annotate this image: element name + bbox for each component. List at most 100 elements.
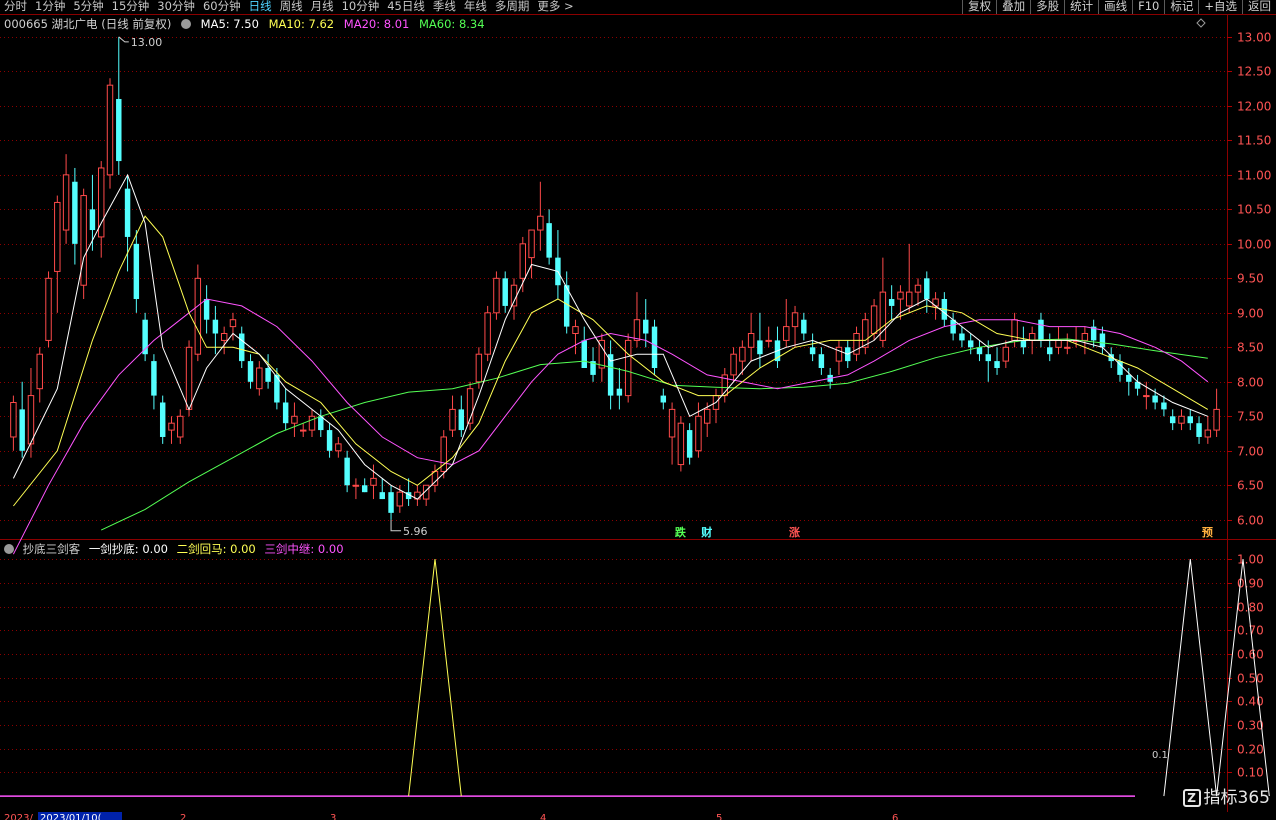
candle-body-64 xyxy=(572,326,579,335)
candle-77 xyxy=(686,423,693,465)
candle-66 xyxy=(590,347,596,382)
main-tick-label-14: 13.00 xyxy=(1237,31,1271,45)
candle-body-44 xyxy=(396,491,404,507)
candle-70 xyxy=(624,333,632,403)
candle-36 xyxy=(326,423,333,458)
date-label-5: 5 xyxy=(716,813,722,820)
signal-1: 财 xyxy=(700,525,712,539)
main-tick-label-4: 8.00 xyxy=(1237,376,1264,390)
candle-80 xyxy=(712,388,720,424)
signal-0: 跌 xyxy=(675,525,687,539)
candle-body-40 xyxy=(361,485,368,493)
candle-64 xyxy=(572,319,579,355)
candle-body-86 xyxy=(765,339,772,342)
candle-123 xyxy=(1090,319,1097,348)
candle-body-108 xyxy=(959,333,965,341)
candle-body-27 xyxy=(247,361,254,382)
candle-body-31 xyxy=(282,402,289,424)
candle-76 xyxy=(677,416,685,472)
signal-2: 涨 xyxy=(789,525,800,539)
candle-body-102 xyxy=(905,291,913,307)
date-label-1: 2023/01/10( xyxy=(40,813,102,820)
candle-32 xyxy=(291,402,298,437)
candle-97 xyxy=(862,312,869,355)
date-label-2: 2 xyxy=(180,813,186,820)
candle-body-39 xyxy=(352,484,360,487)
candle-body-20 xyxy=(185,346,193,410)
watermark-text: 指标365 xyxy=(1203,788,1270,808)
candle-body-16 xyxy=(151,361,157,396)
main-tick-label-7: 9.50 xyxy=(1237,272,1264,286)
candle-29 xyxy=(265,354,271,389)
candle-96 xyxy=(853,326,860,362)
candle-8 xyxy=(80,188,87,300)
candle-body-97 xyxy=(862,319,869,348)
candle-body-75 xyxy=(668,408,676,438)
candle-5 xyxy=(54,195,61,313)
candle-body-116 xyxy=(1028,333,1036,341)
candle-61 xyxy=(546,209,552,265)
candle-108 xyxy=(959,326,965,348)
candle-46 xyxy=(414,485,421,506)
candle-body-70 xyxy=(624,339,632,397)
candle-body-43 xyxy=(388,492,394,513)
candle-16 xyxy=(151,354,157,410)
date-label-4: 4 xyxy=(540,813,546,820)
ind-tick-label-4: 0.50 xyxy=(1237,672,1264,686)
candle-body-72 xyxy=(643,319,649,334)
candle-21 xyxy=(194,264,202,362)
candle-body-112 xyxy=(994,361,1000,368)
candle-body-82 xyxy=(730,353,737,376)
main-tick-label-1: 6.50 xyxy=(1237,479,1264,493)
candle-body-41 xyxy=(370,477,377,486)
candle-body-26 xyxy=(239,333,245,362)
date-label-0: 2023/ xyxy=(4,813,33,820)
candle-90 xyxy=(801,312,807,341)
low-marker-label: 5.96 xyxy=(403,525,428,538)
candle-body-92 xyxy=(818,354,825,368)
candle-body-38 xyxy=(344,457,350,486)
candle-68 xyxy=(607,340,614,410)
logo-icon: Z xyxy=(1182,789,1201,807)
candle-127 xyxy=(1126,368,1132,396)
candle-body-94 xyxy=(835,346,843,362)
candle-126 xyxy=(1117,354,1123,382)
candle-body-59 xyxy=(528,229,535,259)
candle-body-88 xyxy=(783,326,790,341)
candle-body-55 xyxy=(493,277,500,314)
ind-tick-label-0: 0.10 xyxy=(1237,766,1264,780)
candle-34 xyxy=(308,409,316,437)
candle-body-32 xyxy=(291,415,298,424)
candle-6 xyxy=(62,154,70,244)
candle-body-21 xyxy=(194,277,202,355)
candle-body-37 xyxy=(335,443,342,452)
candle-63 xyxy=(563,271,570,334)
candle-48 xyxy=(431,464,439,493)
panel-diamond-icon xyxy=(1196,18,1206,28)
candle-92 xyxy=(818,347,825,375)
candle-37 xyxy=(335,436,342,458)
candle-135 xyxy=(1196,416,1202,444)
candle-75 xyxy=(668,402,676,465)
main-tick-label-13: 12.50 xyxy=(1237,65,1271,79)
signal-3: 预 xyxy=(1202,525,1213,539)
candle-133 xyxy=(1178,409,1185,431)
candle-body-14 xyxy=(133,243,140,300)
candle-14 xyxy=(133,230,140,313)
candle-42 xyxy=(379,478,385,500)
candle-body-5 xyxy=(54,201,61,272)
candle-60 xyxy=(537,181,544,251)
main-tick-label-3: 7.50 xyxy=(1237,410,1264,424)
candle-body-85 xyxy=(757,340,763,355)
candle-24 xyxy=(220,326,228,355)
candle-body-33 xyxy=(299,429,307,432)
candle-body-103 xyxy=(914,284,922,293)
chart-svg[interactable]: 6.00 6.50 7.00 7.50 8.00 8.50 9.00 9.50 10.00 10.… xyxy=(0,0,1276,820)
candle-body-122 xyxy=(1081,333,1089,341)
high-marker-line xyxy=(118,36,129,43)
candle-73 xyxy=(651,319,658,375)
candle-107 xyxy=(950,312,956,341)
candle-136 xyxy=(1204,416,1212,444)
candle-38 xyxy=(344,450,350,493)
main-tick-label-0: 6.00 xyxy=(1237,514,1264,528)
